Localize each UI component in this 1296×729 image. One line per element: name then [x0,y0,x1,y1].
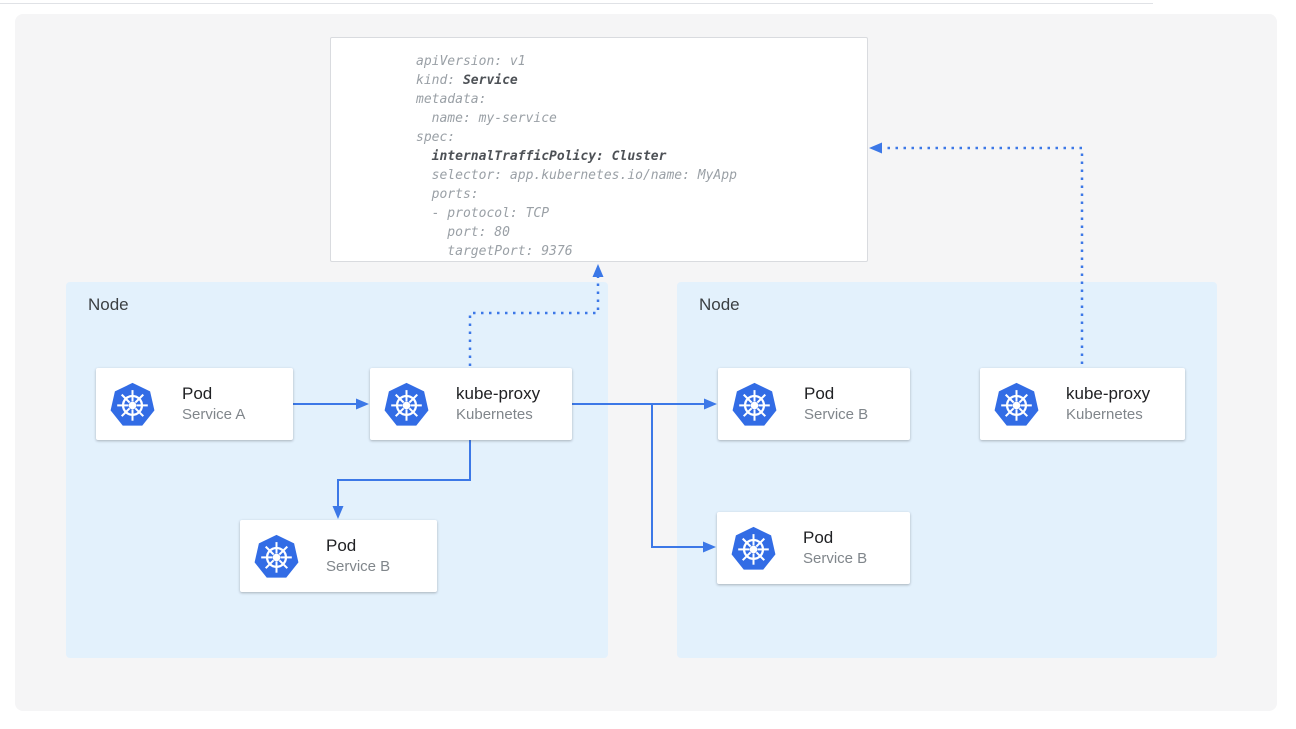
node-label: Node [699,295,740,315]
card-title: Pod [804,383,868,404]
card-pod-service-b-right-bottom: Pod Service B [717,512,910,584]
card-subtitle: Service B [803,549,867,569]
kubernetes-icon [994,382,1039,427]
node-panel-left: Node [66,282,608,658]
card-title: Pod [803,527,867,548]
kubernetes-icon [732,382,777,427]
card-pod-service-b-left: Pod Service B [240,520,437,592]
card-kube-proxy-right: kube-proxy Kubernetes [980,368,1185,440]
kubernetes-icon [110,382,155,427]
yaml-code: apiVersion: v1kind: Servicemetadata: nam… [416,52,857,261]
card-pod-service-b-right-top: Pod Service B [718,368,910,440]
kubernetes-icon [731,526,776,571]
card-title: kube-proxy [456,383,540,404]
card-title: Pod [326,535,390,556]
card-subtitle: Service B [804,405,868,425]
card-subtitle: Kubernetes [1066,405,1150,425]
card-title: Pod [182,383,245,404]
service-yaml-card: apiVersion: v1kind: Servicemetadata: nam… [330,37,868,262]
card-subtitle: Service A [182,405,245,425]
card-pod-service-a: Pod Service A [96,368,293,440]
card-title: kube-proxy [1066,383,1150,404]
node-label: Node [88,295,129,315]
card-kube-proxy-left: kube-proxy Kubernetes [370,368,572,440]
kubernetes-icon [254,534,299,579]
card-subtitle: Service B [326,557,390,577]
diagram-canvas: Node Node apiVersion: [0,0,1296,729]
top-divider [0,3,1153,4]
kubernetes-icon [384,382,429,427]
node-panel-right: Node [677,282,1217,658]
card-subtitle: Kubernetes [456,405,540,425]
